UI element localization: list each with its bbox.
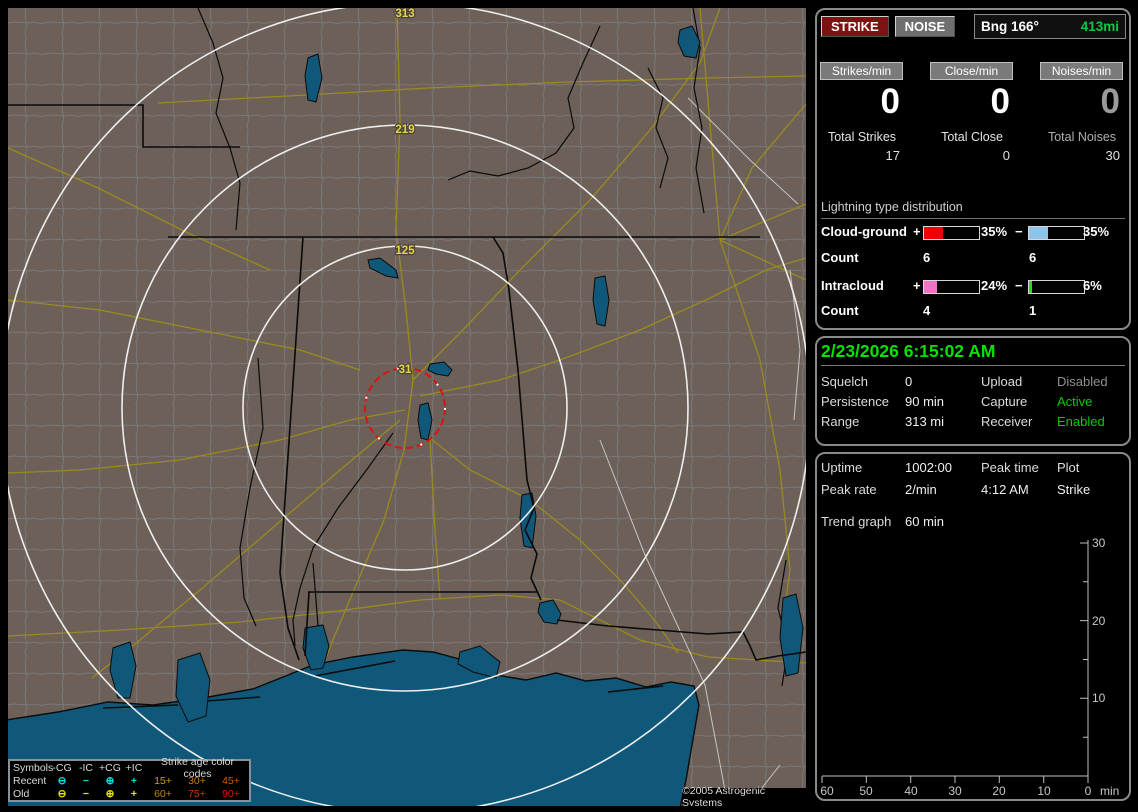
ic-plus-bar [923,280,980,294]
total-close-label: Total Close [941,130,1003,144]
cg-minus-percent: 35% [1083,224,1110,239]
ic-plus-count: 4 [923,303,931,318]
ic-minus-percent: 6% [1083,278,1102,293]
strike-counter-panel: STRIKE NOISE Bng 166° 413mi Strikes/min … [815,8,1131,330]
squelch-label: Squelch [821,374,868,389]
ic-plus-percent: 24% [981,278,1008,293]
legend-header-row: Symbols -CG -IC +CG +IC Strike age color… [10,756,249,780]
ring-label-219: 219 [395,124,414,136]
squelch-value: 0 [905,374,913,389]
receiver-status: Enabled [1057,414,1105,429]
range-value: 313 mi [905,414,945,429]
legend-recent-row: Recent ⊖ − ⊕ + 15+ 30+ 45+ [10,775,249,788]
noises-per-min-value: 0 [1100,82,1120,121]
ring-label-313: 313 [395,8,414,20]
x-tick-40: 40 [904,784,918,798]
legend-old-label: Old [13,787,30,800]
total-strikes-label: Total Strikes [827,130,897,144]
x-tick-0: 0 [1085,784,1092,798]
legend-type-neg-ic: -IC [79,761,93,774]
age-45: 45+ [222,774,240,787]
trend-panel: Uptime 1002:00 Peak time Plot Peak rate … [815,452,1131,801]
pos-ic-old-icon: + [130,787,138,800]
y-tick-10: 10 [1092,691,1106,705]
noises-per-min-header: Noises/min [1040,62,1123,80]
total-noises-label: Total Noises [1047,130,1117,144]
neg-cg-recent-icon: ⊖ [57,774,67,787]
y-tick-30: 30 [1092,536,1106,550]
legend-type-neg-cg: -CG [52,761,72,774]
cg-minus-sign: − [1015,224,1023,239]
capture-status: Active [1057,394,1093,409]
map-display: 313 219 125 31 Symbols -CG -IC +CG +IC S… [8,8,806,806]
legend-type-pos-cg: +CG [99,761,121,774]
x-tick-60: 60 [820,784,834,798]
noise-mode-button[interactable]: NOISE [894,16,956,37]
strike-mode-button[interactable]: STRIKE [821,16,889,37]
trend-graph: 30 20 10 60 50 40 30 20 10 0 min [820,536,1119,798]
y-tick-20: 20 [1092,614,1106,628]
status-panel: 2/23/2026 6:15:02 AM Squelch 0 Upload Di… [815,336,1131,446]
pos-cg-old-icon: ⊕ [105,787,115,800]
pos-ic-recent-icon: + [130,774,138,787]
strikes-per-min-header: Strikes/min [820,62,903,80]
age-90: 90+ [222,787,240,800]
receiver-label: Receiver [981,414,1033,429]
bearing-value: Bng 166° [981,19,1039,34]
close-per-min-value: 0 [990,82,1010,121]
range-label: Range [821,414,860,429]
cg-plus-sign: + [913,224,921,239]
map-legend: Symbols -CG -IC +CG +IC Strike age color… [8,756,251,802]
persistence-value: 90 min [905,394,945,409]
legend-recent-label: Recent [13,774,47,787]
cg-minus-count: 6 [1029,250,1037,265]
copyright-notice: ©2005 Astrogenic Systems [682,785,806,806]
neg-ic-recent-icon: − [82,774,90,787]
age-30: 30+ [188,774,206,787]
bearing-distance: 413mi [1080,19,1119,34]
ic-plus-sign: + [913,278,921,293]
strikes-per-min-value: 0 [880,82,900,121]
capture-label: Capture [981,394,1028,409]
ic-minus-bar [1028,280,1085,294]
pos-cg-recent-icon: ⊕ [105,774,115,787]
cg-plus-percent: 35% [981,224,1008,239]
age-75: 75+ [188,787,206,800]
close-per-min-header: Close/min [930,62,1013,80]
distribution-heading: Lightning type distribution [821,200,1125,219]
bearing-readout: Bng 166° 413mi [974,14,1126,39]
legend-type-pos-ic: +IC [125,761,143,774]
total-strikes-value: 17 [885,148,900,163]
x-tick-10: 10 [1037,784,1051,798]
cg-minus-bar [1028,226,1085,240]
cg-plus-bar [923,226,980,240]
ring-label-31: 31 [399,364,412,376]
cg-plus-count: 6 [923,250,931,265]
neg-ic-old-icon: − [82,787,90,800]
cg-count-label: Count [821,250,859,265]
x-tick-20: 20 [992,784,1006,798]
x-axis-unit: min [1100,784,1119,798]
lightning-tracker-app: { "colors": { "accent_green": "#00dd00",… [0,0,1138,812]
ring-label-125: 125 [395,245,415,257]
intracloud-label: Intracloud [821,278,884,293]
age-60: 60+ [154,787,172,800]
age-15: 15+ [154,774,172,787]
persistence-label: Persistence [821,394,889,409]
legend-symbols-header: Symbols [13,761,54,774]
legend-old-row: Old ⊖ − ⊕ + 60+ 75+ 90+ [10,788,249,801]
ic-minus-count: 1 [1029,303,1037,318]
total-close-value: 0 [1002,148,1010,163]
ic-minus-sign: − [1015,278,1023,293]
map-image: 313 219 125 31 [8,8,806,806]
upload-label: Upload [981,374,1023,389]
cloud-ground-label: Cloud-ground [821,224,907,239]
date-time: 2/23/2026 6:15:02 AM [821,341,1125,366]
neg-cg-old-icon: ⊖ [57,787,67,800]
upload-status: Disabled [1057,374,1108,389]
total-noises-value: 30 [1105,148,1120,163]
ic-count-label: Count [821,303,859,318]
x-tick-30: 30 [948,784,962,798]
x-tick-50: 50 [859,784,873,798]
